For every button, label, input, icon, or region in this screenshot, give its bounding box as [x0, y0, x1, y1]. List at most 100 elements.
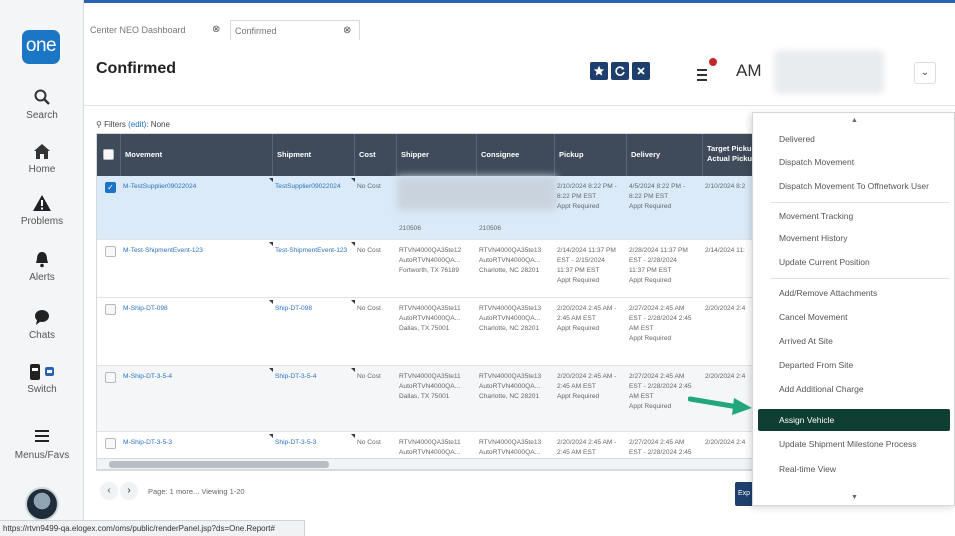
col-target-pickup[interactable]: Target Pickup Actual Pickup [703, 134, 755, 176]
filters-edit-link[interactable]: (edit): [128, 120, 148, 129]
row-checkbox[interactable] [105, 246, 116, 257]
shipper-line[interactable]: AutoRTVN4000QA... [399, 448, 475, 458]
cost-cell: No Cost [357, 305, 381, 312]
delivery-line: 11:37 PM EST [629, 267, 672, 274]
nav-chats[interactable]: Chats [0, 308, 84, 341]
shipper-line[interactable]: RTVN4000QA35te11 [399, 372, 475, 382]
pickup-cell: 2/14/2024 11:37 PM EST - 2/15/2024 11:37… [557, 246, 627, 286]
scroll-down-icon[interactable]: ▼ [851, 494, 858, 501]
refresh-button[interactable] [611, 62, 629, 80]
movement-link[interactable]: M-Test-ShipmentEvent-123 [123, 246, 268, 256]
home-icon [0, 142, 84, 164]
menu-item-dispatch-movement[interactable]: Dispatch Movement [753, 151, 954, 173]
menu-item-update-milestone[interactable]: Update Shipment Milestone Process [753, 433, 954, 455]
consignee-line[interactable]: AutoRTVN4000QA... [479, 314, 555, 324]
row-checkbox[interactable]: ✓ [105, 182, 116, 193]
menu-item-arrived-at-site[interactable]: Arrived At Site [753, 330, 954, 352]
consignee-line[interactable]: RTVN4000QA35te13 [479, 246, 555, 256]
nav-chats-label: Chats [28, 330, 56, 341]
shipper-line[interactable]: AutoRTVN4000QA... [399, 256, 475, 266]
shipment-link[interactable]: Ship-DT-098 [275, 304, 353, 314]
tab-dashboard[interactable]: Center NEO Dashboard ⊗ [90, 20, 230, 40]
user-initials[interactable]: AM [736, 61, 762, 81]
nav-home[interactable]: Home [0, 142, 84, 175]
table-row[interactable]: M-Test-ShipmentEvent-123 Test-ShipmentEv… [97, 240, 755, 298]
pickup-line: Appt Required [557, 393, 600, 400]
nav-switch[interactable]: Switch [0, 362, 84, 395]
next-page-button[interactable]: › [120, 482, 138, 500]
row-checkbox[interactable] [105, 304, 116, 315]
consignee-code: 210506 [479, 225, 502, 232]
pickup-line: EST - 2/15/2024 [557, 257, 605, 264]
col-delivery[interactable]: Delivery [627, 134, 703, 176]
consignee-cell: RTVN4000QA35te13 AutoRTVN4000QA... Charl… [479, 372, 555, 402]
shipper-line[interactable]: RTVN4000QA35te12 [399, 246, 475, 256]
prev-page-button[interactable]: ‹ [100, 482, 118, 500]
horizontal-scrollbar[interactable] [96, 458, 756, 470]
consignee-line[interactable]: RTVN4000QA35te13 [479, 372, 555, 382]
one-logo[interactable]: one [22, 30, 60, 64]
table-row[interactable]: ✓ M-TestSupplier09022024 TestSupplier090… [97, 176, 755, 240]
scroll-up-icon[interactable]: ▲ [851, 117, 858, 124]
menu-item-cancel-movement[interactable]: Cancel Movement [753, 306, 954, 328]
menu-item-dispatch-offnetwork[interactable]: Dispatch Movement To Offnetwork User [753, 175, 954, 197]
shipper-line[interactable]: RTVN4000QA35te11 [399, 438, 475, 448]
notifications-button[interactable] [695, 56, 725, 86]
row-checkbox[interactable] [105, 372, 116, 383]
menu-item-assign-vehicle[interactable]: Assign Vehicle [758, 409, 950, 431]
row-checkbox[interactable] [105, 438, 116, 449]
movement-link[interactable]: M-Ship-DT-3-5-4 [123, 372, 268, 382]
tab-confirmed[interactable]: Confirmed ⊗ [230, 20, 360, 40]
nav-alerts[interactable]: Alerts [0, 250, 84, 283]
table-row[interactable]: M-Ship-DT-098 Ship-DT-098 No Cost RTVN40… [97, 298, 755, 366]
menu-item-realtime-view[interactable]: Real-time View [753, 458, 954, 480]
menu-item-delivered[interactable]: Delivered [753, 128, 954, 150]
col-shipment[interactable]: Shipment [273, 134, 355, 176]
menu-item-add-charge[interactable]: Add Additional Charge [753, 378, 954, 400]
consignee-line[interactable]: AutoRTVN4000QA... [479, 256, 555, 266]
consignee-line[interactable]: RTVN4000QA35te13 [479, 304, 555, 314]
scrollbar-thumb[interactable] [109, 461, 329, 468]
callout-arrow-icon [688, 396, 752, 415]
tab-confirmed-close-icon[interactable]: ⊗ [343, 21, 351, 41]
avatar[interactable] [25, 487, 59, 521]
select-all-checkbox[interactable] [103, 149, 114, 160]
pickup-cell: 2/20/2024 2:45 AM - 2:45 AM EST Appt Req… [557, 372, 627, 402]
movement-link[interactable]: M-Ship-DT-098 [123, 304, 268, 314]
shipment-link[interactable]: TestSupplier09022024 [275, 182, 353, 192]
filter-icon: ⚲ [96, 120, 102, 129]
menu-item-update-position[interactable]: Update Current Position [753, 251, 954, 273]
favorite-button[interactable] [590, 62, 608, 80]
col-consignee[interactable]: Consignee [477, 134, 555, 176]
consignee-line[interactable]: RTVN4000QA35te13 [479, 438, 555, 448]
menu-item-movement-tracking[interactable]: Movement Tracking [753, 205, 954, 227]
menu-item-movement-history[interactable]: Movement History [753, 227, 954, 249]
movement-link[interactable]: M-Ship-DT-3-5-3 [123, 438, 268, 448]
consignee-line[interactable]: AutoRTVN4000QA... [479, 448, 555, 458]
col-shipper[interactable]: Shipper [397, 134, 477, 176]
tab-dashboard-close-icon[interactable]: ⊗ [212, 20, 220, 40]
close-page-button[interactable] [632, 62, 650, 80]
cost-cell: No Cost [357, 373, 381, 380]
nav-search[interactable]: Search [0, 88, 84, 121]
user-name-redacted [774, 50, 884, 94]
table-row[interactable]: M-Ship-DT-3-5-4 Ship-DT-3-5-4 No Cost RT… [97, 366, 755, 432]
shipper-line[interactable]: RTVN4000QA35te11 [399, 304, 475, 314]
shipment-link[interactable]: Ship-DT-3-5-3 [275, 438, 353, 448]
shipment-link[interactable]: Test-ShipmentEvent-123 [275, 246, 353, 256]
col-cost[interactable]: Cost [355, 134, 397, 176]
col-movement[interactable]: Movement [121, 134, 273, 176]
nav-problems[interactable]: Problems [0, 194, 84, 227]
shipment-link[interactable]: Ship-DT-3-5-4 [275, 372, 353, 382]
nav-menus-favs[interactable]: Menus/Favs [0, 428, 84, 461]
menu-item-attachments[interactable]: Add/Remove Attachments [753, 282, 954, 304]
chat-icon [0, 308, 84, 330]
shipper-line[interactable]: AutoRTVN4000QA... [399, 382, 475, 392]
movement-link[interactable]: M-TestSupplier09022024 [123, 182, 268, 192]
shipper-line: Dallas, TX 75001 [399, 325, 450, 332]
menu-item-departed-from-site[interactable]: Departed From Site [753, 354, 954, 376]
col-pickup[interactable]: Pickup [555, 134, 627, 176]
user-menu-chevron-icon[interactable]: ⌄ [914, 62, 936, 84]
consignee-line[interactable]: AutoRTVN4000QA... [479, 382, 555, 392]
shipper-line[interactable]: AutoRTVN4000QA... [399, 314, 475, 324]
